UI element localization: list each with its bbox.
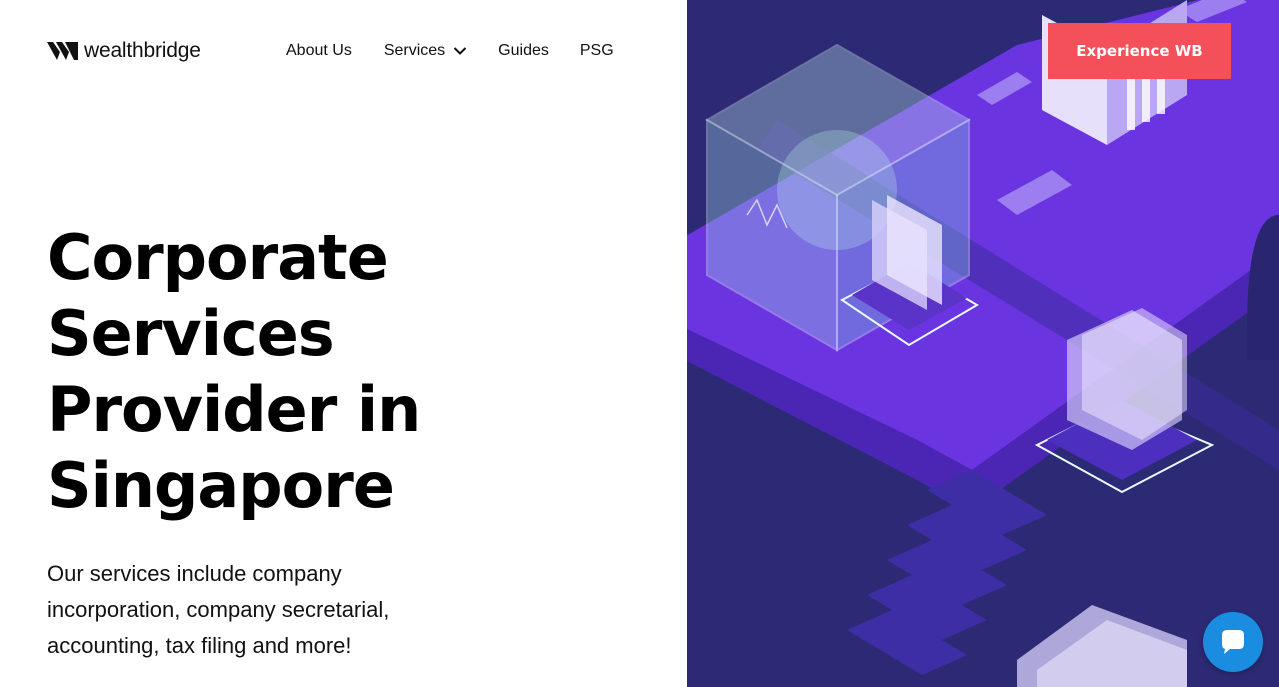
chevron-down-icon	[453, 47, 467, 55]
hero-title: Corporate Services Provider in Singapore	[47, 220, 607, 524]
chat-bubble-icon	[1222, 630, 1244, 654]
brand-name: wealthbridge	[84, 39, 201, 62]
nav-services-label: Services	[383, 42, 446, 59]
nav-about-us[interactable]: About Us	[286, 40, 352, 62]
isometric-illustration	[687, 0, 1279, 687]
nav-services[interactable]: Services	[384, 40, 467, 62]
hero-subtitle: Our services include company incorporati…	[47, 561, 390, 658]
brand-logo[interactable]: wealthbridge	[47, 38, 201, 64]
wealthbridge-logo-icon	[47, 42, 78, 60]
experience-wb-button[interactable]: Experience WB	[1048, 23, 1231, 79]
main-nav: About Us Services Guides PSG	[286, 40, 614, 62]
hero-title-line: Corporate	[47, 221, 389, 294]
nav-guides[interactable]: Guides	[498, 40, 549, 62]
chat-widget-button[interactable]	[1203, 612, 1263, 672]
hero-title-line: Singapore	[47, 449, 395, 522]
hero-title-line: Provider in	[47, 373, 421, 446]
hero-illustration	[687, 0, 1279, 687]
hero-title-line: Services	[47, 297, 335, 370]
nav-psg[interactable]: PSG	[580, 40, 614, 62]
